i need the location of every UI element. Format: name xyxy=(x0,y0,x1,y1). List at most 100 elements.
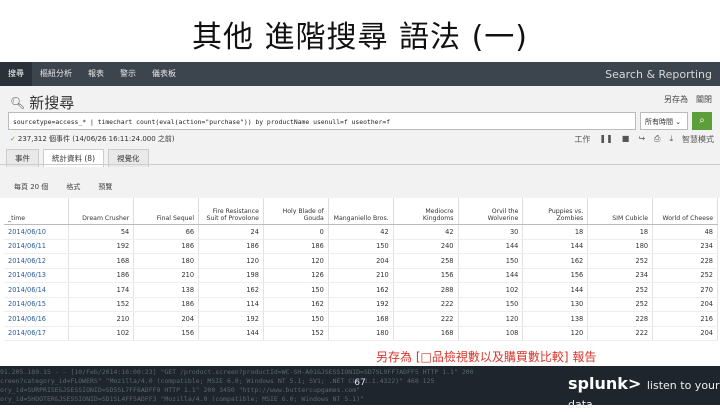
value-cell: 138 xyxy=(133,282,200,298)
column-header[interactable]: Final Sequel xyxy=(133,198,200,225)
value-cell: 18 xyxy=(522,224,589,240)
value-cell: 162 xyxy=(522,253,589,269)
column-header[interactable]: SIM Cubicle xyxy=(587,198,654,225)
search-query-input[interactable]: sourcetype=access_* | timechart count(ev… xyxy=(8,112,636,130)
log-line: ory_id=SURPRISE&JSESSIONID=SD5SL7FF6ADFF… xyxy=(0,386,361,394)
time-cell[interactable]: 2014/06/16 xyxy=(4,311,70,327)
value-cell: 48 xyxy=(652,224,718,240)
value-cell: 222 xyxy=(587,326,654,341)
nav-item-pivot[interactable]: 樞紐分析 xyxy=(32,62,80,86)
column-header[interactable]: Manganiello Bros. xyxy=(328,198,394,225)
column-header-time[interactable]: _time xyxy=(4,198,70,225)
value-cell: 144 xyxy=(458,268,524,283)
save-as-menu[interactable]: 另存為 xyxy=(664,94,688,105)
time-range-picker[interactable]: 所有時間 ⌄ xyxy=(640,112,688,130)
share-icon[interactable]: ↪ xyxy=(638,134,645,145)
value-cell: 204 xyxy=(652,326,718,341)
value-cell: 144 xyxy=(458,239,524,254)
value-cell: 180 xyxy=(328,326,394,341)
value-cell: 152 xyxy=(68,297,135,312)
time-cell[interactable]: 2014/06/11 xyxy=(4,239,70,254)
search-header: 🔍︎ 新搜尋 xyxy=(10,92,74,113)
column-header[interactable]: Mediocre Kingdoms xyxy=(393,198,459,225)
nav-item-dashboards[interactable]: 儀表板 xyxy=(144,62,184,86)
nav-item-reports[interactable]: 報表 xyxy=(80,62,112,86)
close-button[interactable]: 關閉 xyxy=(696,94,712,105)
time-cell[interactable]: 2014/06/17 xyxy=(4,326,70,341)
value-cell: 120 xyxy=(522,326,589,341)
rows-per-page-menu[interactable]: 每頁 20 個 xyxy=(14,182,48,192)
value-cell: 144 xyxy=(198,326,264,341)
value-cell: 234 xyxy=(587,268,654,283)
time-range-label: 所有時間 xyxy=(645,118,673,126)
log-line: ory_id=SHOOTER&JSESSIONID=SD1SL4FF5ADFF3… xyxy=(0,395,364,403)
value-cell: 120 xyxy=(458,311,524,327)
value-cell: 228 xyxy=(587,311,654,327)
column-header[interactable]: Orvil the Wolverine xyxy=(458,198,524,225)
column-header[interactable]: Fire Resistance Suit of Provolone xyxy=(198,198,264,225)
value-cell: 252 xyxy=(587,253,654,269)
time-cell[interactable]: 2014/06/14 xyxy=(4,282,70,298)
value-cell: 18 xyxy=(587,224,654,240)
column-header[interactable]: Puppies vs. Zombies xyxy=(522,198,589,225)
splunk-logo: splunk> listen to your data xyxy=(568,374,720,412)
job-actions: 工作 ❚❚ ■ ↪ ⎙ ⤓ 智慧模式 xyxy=(574,134,714,145)
chevron-down-icon: ⌄ xyxy=(675,118,682,126)
value-cell: 108 xyxy=(458,326,524,341)
value-cell: 228 xyxy=(652,253,718,269)
time-cell[interactable]: 2014/06/13 xyxy=(4,268,70,283)
table-row: 2014/06/13 186 210 198 126 210 156 144 156 234 252 xyxy=(4,268,718,283)
table-row: 2014/06/14 174 138 162 150 162 288 102 144 252 270 xyxy=(4,282,718,298)
value-cell: 192 xyxy=(328,297,394,312)
time-cell[interactable]: 2014/06/15 xyxy=(4,297,70,312)
time-cell[interactable]: 2014/06/10 xyxy=(4,224,70,240)
logo-wordmark: splunk> xyxy=(568,374,642,393)
value-cell: 162 xyxy=(198,282,264,298)
value-cell: 192 xyxy=(68,239,135,254)
table-body: 2014/06/10 54 66 24 0 42 42 30 18 18 48 2014/06/11 1… xyxy=(4,224,718,341)
table-row: 2014/06/11 192 186 186 186 150 240 144 144 180 234 xyxy=(4,239,718,254)
value-cell: 150 xyxy=(328,239,394,254)
table-format-bar: 每頁 20 個 格式 預覽 xyxy=(14,182,112,192)
search-icon: 🔍︎ xyxy=(10,95,26,110)
value-cell: 186 xyxy=(198,239,264,254)
value-cell: 186 xyxy=(133,239,200,254)
value-cell: 150 xyxy=(458,253,524,269)
pause-icon[interactable]: ❚❚ xyxy=(599,134,612,145)
column-header[interactable]: Holy Blade of Gouda xyxy=(263,198,329,225)
nav-item-alerts[interactable]: 警示 xyxy=(112,62,144,86)
app-nav-bar: 搜尋 樞紐分析 報表 警示 儀表板 Search & Reporting xyxy=(0,62,720,86)
value-cell: 168 xyxy=(68,253,135,269)
print-icon[interactable]: ⎙ xyxy=(654,134,660,145)
value-cell: 130 xyxy=(522,297,589,312)
value-cell: 54 xyxy=(68,224,135,240)
column-header[interactable]: World of Cheese xyxy=(652,198,718,225)
statistics-table-container: _time Dream Crusher Final Sequel Fire Resis… xyxy=(0,198,720,358)
value-cell: 150 xyxy=(263,282,329,298)
job-menu[interactable]: 工作 xyxy=(574,134,590,145)
value-cell: 186 xyxy=(68,268,135,283)
value-cell: 150 xyxy=(263,311,329,327)
stop-icon[interactable]: ■ xyxy=(622,134,630,145)
value-cell: 204 xyxy=(133,311,200,327)
value-cell: 180 xyxy=(133,253,200,269)
search-submit-button[interactable]: ⌕ xyxy=(692,112,712,130)
preview-menu[interactable]: 預覽 xyxy=(98,182,112,192)
value-cell: 66 xyxy=(133,224,200,240)
nav-item-search[interactable]: 搜尋 xyxy=(0,62,32,86)
search-mode-menu[interactable]: 智慧模式 xyxy=(682,134,714,145)
value-cell: 252 xyxy=(587,297,654,312)
column-header[interactable]: Dream Crusher xyxy=(68,198,135,225)
value-cell: 198 xyxy=(198,268,264,283)
search-app-content: 🔍︎ 新搜尋 另存為 關閉 sourcetype=access_* | time… xyxy=(0,86,720,358)
format-menu[interactable]: 格式 xyxy=(66,182,80,192)
log-line: 91.205.189.15 - - [10/Feb/2014:16:00:23]… xyxy=(0,368,474,376)
time-cell[interactable]: 2014/06/12 xyxy=(4,253,70,269)
value-cell: 144 xyxy=(522,239,589,254)
value-cell: 204 xyxy=(328,253,394,269)
value-cell: 156 xyxy=(393,268,459,283)
export-icon[interactable]: ⤓ xyxy=(669,134,673,145)
value-cell: 162 xyxy=(263,297,329,312)
value-cell: 156 xyxy=(522,268,589,283)
value-cell: 120 xyxy=(263,253,329,269)
